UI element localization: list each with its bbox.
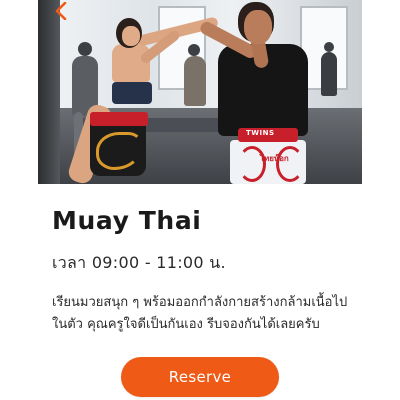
back-button[interactable] (50, 0, 72, 22)
class-title: Muay Thai (52, 206, 202, 235)
screen: TWINS ไทยบ๊อก Muay Thai เวลา 09:00 - 11:… (0, 0, 400, 400)
class-info: Muay Thai เวลา 09:00 - 11:00 น. เรียนมวย… (38, 206, 362, 336)
reserve-button[interactable]: Reserve (121, 357, 279, 397)
fighter-waistband (90, 112, 148, 126)
shorts-text: ไทยบ๊อก (260, 154, 289, 163)
chevron-left-icon (55, 2, 67, 20)
class-time: เวลา 09:00 - 11:00 น. (52, 253, 226, 272)
background-person (324, 42, 334, 52)
fighter-face (122, 26, 140, 46)
shorts-brand-text: TWINS (246, 129, 275, 137)
class-description: เรียนมวยสนุก ๆ พร้อมออกกำลังกายสร้างกล้า… (52, 295, 348, 332)
background-person (188, 44, 200, 56)
class-detail-card: TWINS ไทยบ๊อก Muay Thai เวลา 09:00 - 11:… (38, 0, 362, 400)
gym-pillar (38, 0, 60, 184)
fighter-top (112, 82, 152, 104)
background-person (184, 56, 206, 106)
class-hero-image: TWINS ไทยบ๊อก (38, 0, 362, 184)
trainer-face (244, 10, 272, 44)
background-person (321, 52, 337, 96)
background-person (78, 42, 92, 56)
